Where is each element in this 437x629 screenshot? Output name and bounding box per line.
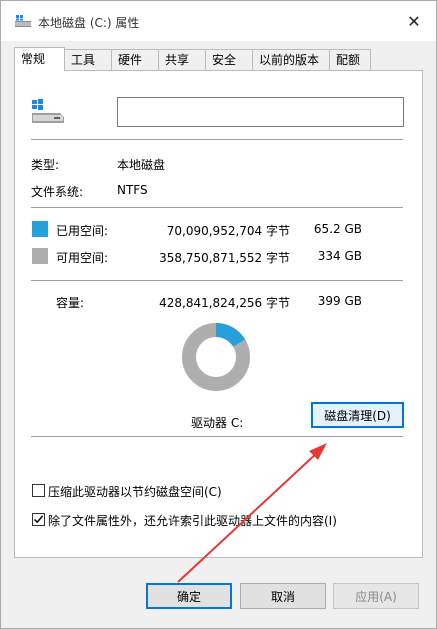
tab-tools[interactable]: 工具: [64, 49, 112, 71]
tab-general[interactable]: 常规: [14, 47, 65, 71]
volume-name-input[interactable]: [117, 97, 404, 127]
used-space-swatch: [32, 221, 48, 237]
index-label[interactable]: 除了文件属性外，还允许索引此驱动器上文件的内容(I): [48, 512, 337, 529]
used-space-size: 65.2 GB: [313, 222, 362, 236]
divider: [31, 280, 403, 281]
disk-usage-donut: [182, 323, 250, 391]
tab-strip: 常规 工具 硬件 共享 安全 以前的版本 配额: [14, 47, 371, 71]
cancel-button[interactable]: 取消: [240, 583, 326, 609]
disk-cleanup-button[interactable]: 磁盘清理(D): [311, 402, 404, 428]
close-button[interactable]: ✕: [402, 9, 426, 33]
free-space-label: 可用空间:: [56, 251, 109, 265]
type-label: 类型:: [31, 158, 60, 172]
capacity-label: 容量:: [56, 296, 85, 310]
title-bar: 本地磁盘 (C:) 属性 ✕: [1, 1, 436, 41]
capacity-bytes: 428,841,824,256 字节: [159, 296, 290, 310]
tab-previous-versions[interactable]: 以前的版本: [252, 49, 330, 71]
free-space-bytes: 358,750,871,552 字节: [159, 251, 290, 265]
capacity-size: 399 GB: [317, 294, 362, 308]
free-space-swatch: [32, 248, 48, 264]
window-title: 本地磁盘 (C:) 属性: [38, 16, 140, 30]
divider: [31, 436, 403, 437]
used-space-label: 已用空间:: [56, 224, 109, 238]
tab-sharing[interactable]: 共享: [158, 49, 206, 71]
compress-label[interactable]: 压缩此驱动器以节约磁盘空间(C): [48, 483, 222, 500]
type-value: 本地磁盘: [117, 158, 166, 172]
drive-icon: [15, 15, 31, 27]
drive-letter-label: 驱动器 C:: [191, 416, 244, 430]
divider: [31, 207, 403, 208]
properties-window: 本地磁盘 (C:) 属性 ✕ 常规 工具 硬件 共享 安全 以前的版本 配额 类…: [0, 0, 437, 629]
close-icon: ✕: [407, 11, 421, 31]
filesystem-label: 文件系统:: [31, 185, 84, 199]
free-space-size: 334 GB: [317, 249, 362, 263]
apply-button: 应用(A): [333, 583, 419, 609]
tab-quota[interactable]: 配额: [329, 49, 371, 71]
tab-security[interactable]: 安全: [205, 49, 253, 71]
ok-button[interactable]: 确定: [146, 583, 232, 609]
tab-hardware[interactable]: 硬件: [111, 49, 159, 71]
drive-icon: [32, 99, 64, 123]
checkmark-icon: [33, 515, 44, 524]
index-checkbox[interactable]: [32, 513, 45, 526]
divider: [31, 139, 403, 140]
filesystem-value: NTFS: [117, 183, 148, 197]
compress-checkbox[interactable]: [32, 484, 45, 497]
used-space-bytes: 70,090,952,704 字节: [166, 224, 290, 238]
general-panel: 类型: 本地磁盘 文件系统: NTFS 已用空间: 70,090,952,704…: [14, 70, 423, 558]
